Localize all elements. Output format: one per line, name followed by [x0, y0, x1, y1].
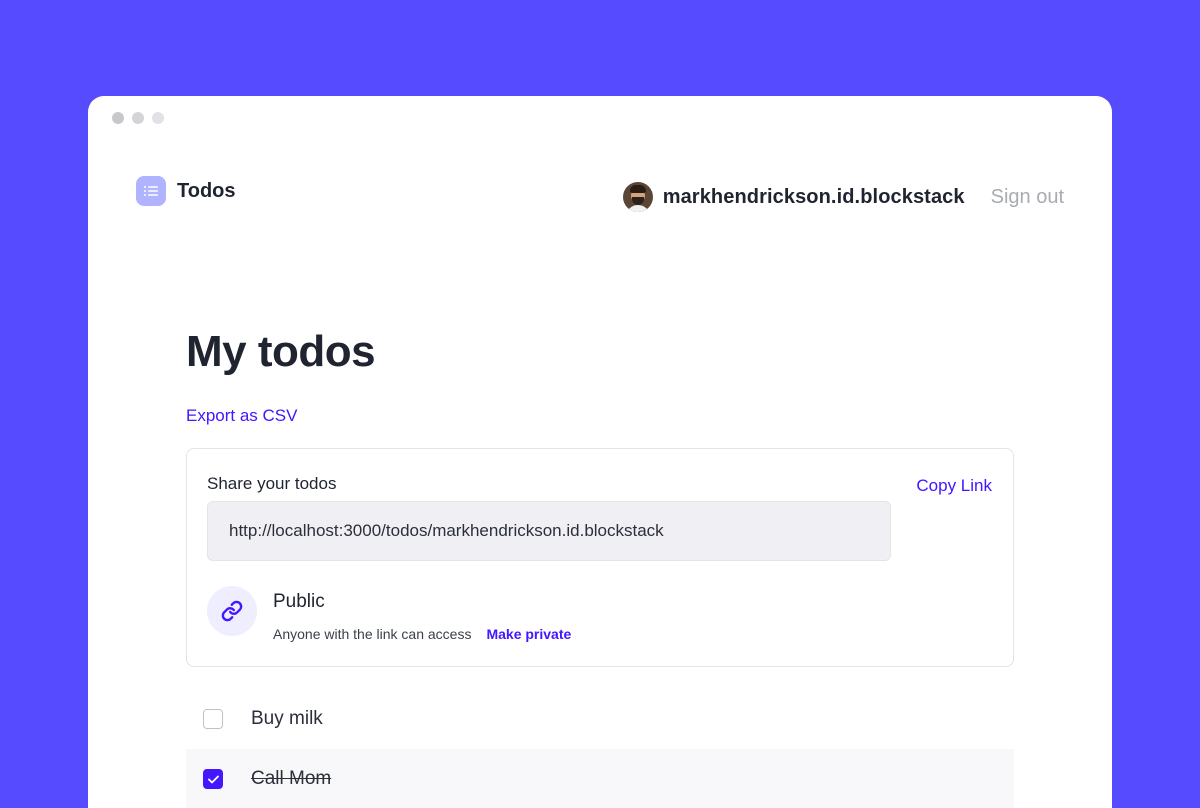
share-card: Share your todos Copy Link Public Anyone… [186, 448, 1014, 668]
privacy-row: Anyone with the link can access Make pri… [273, 626, 571, 642]
share-label: Share your todos [207, 474, 337, 494]
make-private-button[interactable]: Make private [486, 626, 571, 642]
export-csv-link[interactable]: Export as CSV [186, 406, 298, 426]
app-window: Todos markhendrickson.id.blockstack Sign… [88, 96, 1112, 808]
todo-text: Buy milk [251, 708, 323, 730]
todo-text: Call Mom [251, 768, 332, 790]
privacy-description: Anyone with the link can access [273, 626, 472, 643]
page-title: My todos [186, 327, 376, 376]
window-controls [112, 112, 164, 124]
todo-checkbox[interactable] [203, 769, 223, 790]
copy-link-button[interactable]: Copy Link [916, 476, 992, 496]
sign-out-button[interactable]: Sign out [991, 186, 1064, 209]
avatar[interactable] [622, 182, 653, 212]
maximize-window-dot[interactable] [152, 112, 164, 124]
share-url-field[interactable] [207, 501, 891, 562]
username: markhendrickson.id.blockstack [662, 185, 965, 208]
app-title: Todos [177, 179, 236, 202]
list-icon [136, 176, 166, 206]
close-window-dot[interactable] [112, 112, 124, 124]
todo-item[interactable]: Buy milk [186, 689, 1014, 749]
todo-item[interactable]: Call Mom [186, 749, 1014, 808]
app-brand[interactable]: Todos [136, 176, 236, 206]
user-menu: markhendrickson.id.blockstack Sign out [622, 182, 1064, 212]
todo-checkbox[interactable] [203, 709, 223, 730]
minimize-window-dot[interactable] [132, 112, 144, 124]
link-icon [207, 586, 257, 637]
todo-list: Buy milk Call Mom [186, 689, 1014, 808]
main-content: My todos Export as CSV Share your todos … [186, 327, 1014, 808]
privacy-status: Public [273, 591, 325, 613]
check-icon [207, 775, 219, 784]
